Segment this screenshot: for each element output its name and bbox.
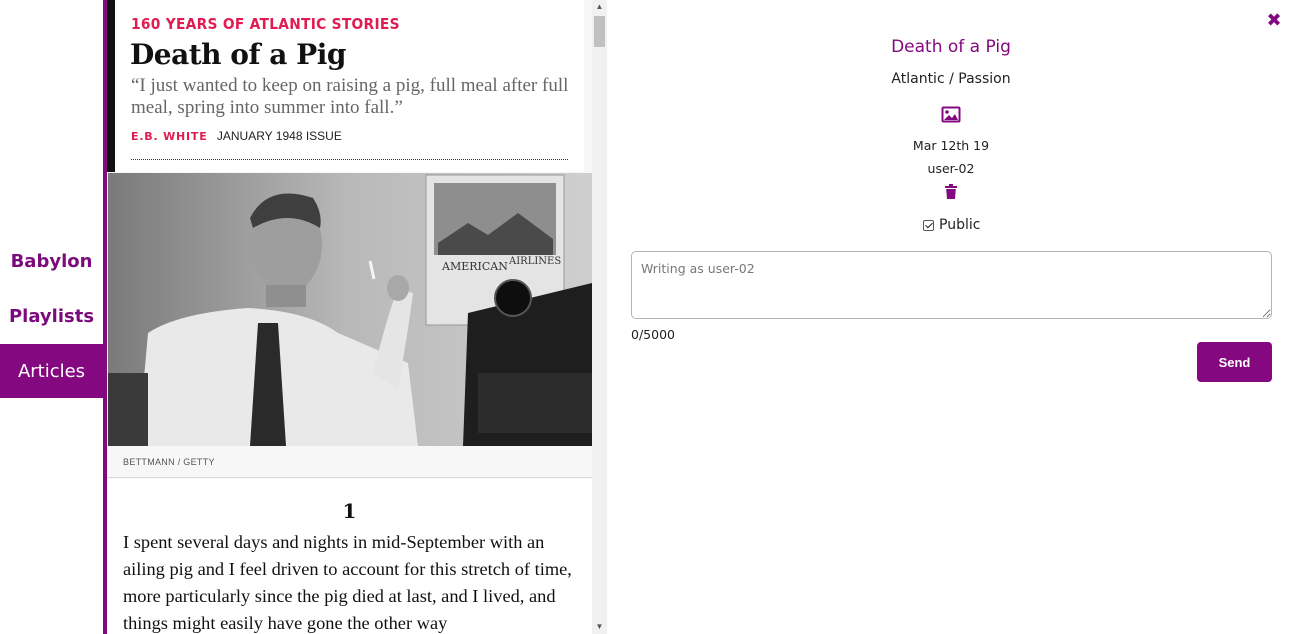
article-title: Death of a Pig xyxy=(130,38,346,71)
image-icon[interactable] xyxy=(941,106,961,123)
article-body: 1 I spent several days and nights in mid… xyxy=(107,479,592,634)
article-photo: AMERICAN AIRLINES xyxy=(108,173,592,446)
public-label: Public xyxy=(939,217,981,233)
sidebar: Babylon Playlists Articles xyxy=(0,0,103,634)
public-checkbox[interactable] xyxy=(923,219,934,231)
public-toggle[interactable]: Public xyxy=(923,216,980,234)
article-author[interactable]: E.B. WHITE xyxy=(131,130,208,143)
detail-title[interactable]: Death of a Pig xyxy=(607,37,1295,57)
photo-credit: BETTMANN / GETTY xyxy=(123,457,215,467)
char-count: 0/5000 xyxy=(631,327,675,342)
detail-source: Atlantic / Passion xyxy=(891,71,1011,87)
article-dek: “I just wanted to keep on raising a pig,… xyxy=(131,75,569,118)
scrollbar-thumb[interactable] xyxy=(594,16,605,47)
sidebar-item-playlists[interactable]: Playlists xyxy=(0,289,103,343)
close-icon[interactable]: ✖ xyxy=(1265,10,1283,32)
article-kicker: 160 YEARS OF ATLANTIC STORIES xyxy=(131,15,400,33)
poster-text-airlines: AIRLINES xyxy=(508,256,561,267)
sidebar-item-babylon[interactable]: Babylon xyxy=(0,234,103,288)
article-issue: JANUARY 1948 ISSUE xyxy=(216,129,342,143)
article-body-text: I spent several days and nights in mid-S… xyxy=(123,532,572,633)
scroll-up-arrow-icon[interactable]: ▲ xyxy=(592,0,607,14)
article-byline: E.B. WHITE JANUARY 1948 ISSUE xyxy=(131,129,342,143)
article-content: 160 YEARS OF ATLANTIC STORIES Death of a… xyxy=(107,0,592,634)
detail-user: user-02 xyxy=(927,161,975,176)
header-accent-bar xyxy=(107,0,115,172)
article-header: 160 YEARS OF ATLANTIC STORIES Death of a… xyxy=(107,0,584,172)
header-divider xyxy=(131,159,568,160)
scroll-down-arrow-icon[interactable]: ▼ xyxy=(592,620,607,634)
photo-credit-bar: BETTMANN / GETTY xyxy=(107,446,592,478)
poster-text-american: AMERICAN xyxy=(441,260,508,273)
trash-icon[interactable] xyxy=(945,184,957,199)
comment-input[interactable] xyxy=(631,251,1272,319)
article-detail-panel: ✖ Death of a Pig Atlantic / Passion Mar … xyxy=(607,0,1295,634)
article-scrollbar[interactable]: ▲ ▼ xyxy=(592,0,607,634)
send-button[interactable]: Send xyxy=(1197,342,1272,382)
detail-date: Mar 12th 19 xyxy=(912,138,990,153)
article-viewer[interactable]: 160 YEARS OF ATLANTIC STORIES Death of a… xyxy=(107,0,607,634)
sidebar-item-articles[interactable]: Articles xyxy=(0,344,103,398)
section-number: 1 xyxy=(342,499,357,523)
